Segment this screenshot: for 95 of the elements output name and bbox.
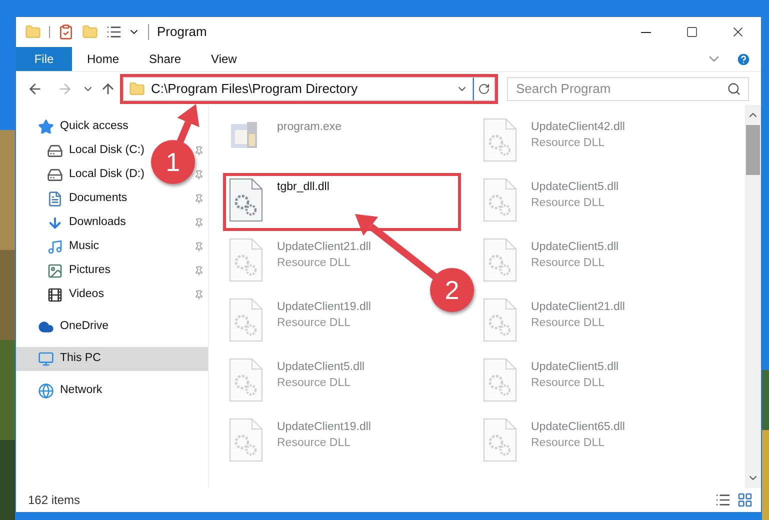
properties-icon[interactable] — [58, 24, 74, 40]
sidebar-item[interactable]: Local Disk (C:) — [47, 142, 144, 160]
gear-file-icon — [229, 178, 263, 222]
folder-icon — [129, 80, 145, 96]
drive-icon — [47, 167, 63, 183]
pin-icon[interactable] — [194, 218, 204, 228]
sidebar-item[interactable]: Quick access — [16, 115, 208, 139]
film-icon — [47, 287, 63, 303]
scrollbar-thumb[interactable] — [746, 125, 760, 175]
file-type: Resource DLL — [531, 256, 606, 271]
file-type: Resource DLL — [531, 136, 606, 151]
gear-file-icon — [229, 358, 263, 402]
file-name: UpdateClient19.dll — [277, 420, 371, 435]
monitor-icon — [38, 351, 54, 367]
file-name: UpdateClient5.dll — [531, 240, 619, 255]
file-item[interactable]: UpdateClient21.dll Resource DLL — [477, 293, 630, 351]
file-name: UpdateClient5.dll — [531, 180, 619, 195]
file-item[interactable]: UpdateClient21.dll Resource DLL — [223, 233, 376, 291]
file-type: Resource DLL — [531, 376, 606, 391]
pin-icon[interactable] — [194, 290, 204, 300]
file-type: Resource DLL — [277, 436, 352, 451]
view-list-icon[interactable] — [106, 24, 122, 40]
star-icon — [38, 119, 54, 135]
sidebar-item[interactable]: This PC — [16, 347, 208, 371]
refresh-icon — [478, 82, 490, 94]
file-item[interactable]: program.exe — [223, 113, 347, 171]
network-icon — [38, 383, 54, 399]
file-type: Resource DLL — [531, 196, 606, 211]
gear-file-icon — [483, 178, 517, 222]
sidebar-item[interactable]: Network — [16, 379, 208, 403]
file-item[interactable]: UpdateClient42.dll Resource DLL — [477, 113, 630, 171]
file-name: UpdateClient5.dll — [531, 360, 619, 375]
gear-file-icon — [483, 418, 517, 462]
file-type: Resource DLL — [531, 436, 606, 451]
picture-icon — [47, 263, 63, 279]
gear-file-icon — [229, 238, 263, 282]
file-name: UpdateClient21.dll — [531, 300, 625, 315]
tiles-view-icon[interactable] — [737, 492, 753, 508]
item-count: 162 items — [28, 492, 80, 509]
highlighted-file-item[interactable]: tgbr_dll.dll — [223, 173, 461, 231]
ribbon-tab[interactable]: Share — [134, 47, 196, 71]
gear-file-icon — [483, 238, 517, 282]
cloud-icon — [38, 319, 54, 335]
address-field[interactable]: C:\Program Files\Program Directory — [123, 76, 473, 100]
file-name: UpdateClient21.dll — [277, 240, 371, 255]
gear-file-icon — [483, 298, 517, 342]
maximize-icon — [686, 26, 698, 38]
file-item[interactable]: UpdateClient5.dll Resource DLL — [477, 233, 624, 291]
sidebar-item[interactable]: Downloads — [47, 214, 126, 232]
details-view-icon[interactable] — [715, 492, 731, 508]
up-icon[interactable] — [100, 80, 116, 96]
gear-file-icon — [229, 298, 263, 342]
file-item[interactable]: UpdateClient65.dll Resource DLL — [477, 413, 630, 471]
file-item[interactable]: UpdateClient19.dll Resource DLL — [223, 293, 376, 351]
gear-file-icon — [483, 358, 517, 402]
ribbon-tab[interactable]: File — [16, 47, 72, 71]
search-field[interactable]: Search Program — [507, 76, 749, 100]
ribbon-tab[interactable]: Home — [72, 47, 134, 71]
sidebar-item[interactable]: OneDrive — [16, 315, 208, 339]
pin-icon[interactable] — [194, 242, 204, 252]
drive-icon — [47, 143, 63, 159]
gear-file-icon — [229, 418, 263, 462]
file-item[interactable]: UpdateClient5.dll Resource DLL — [223, 353, 370, 411]
file-name: UpdateClient19.dll — [277, 300, 371, 315]
music-note-icon — [47, 239, 63, 255]
gear-file-icon — [483, 118, 517, 162]
pin-icon[interactable] — [194, 170, 204, 180]
help-icon[interactable] — [736, 52, 751, 66]
file-type: Resource DLL — [277, 376, 352, 391]
file-item[interactable]: UpdateClient19.dll Resource DLL — [223, 413, 376, 471]
pin-icon[interactable] — [194, 194, 204, 204]
file-type: Resource DLL — [531, 316, 606, 331]
sidebar-item[interactable]: Music — [47, 238, 100, 256]
window-title: Program — [157, 23, 207, 42]
sidebar-item[interactable]: Pictures — [47, 262, 111, 280]
document-icon — [47, 191, 63, 207]
scrollbar[interactable] — [745, 105, 761, 488]
file-name: UpdateClient65.dll — [531, 420, 625, 435]
search-icon[interactable] — [727, 82, 741, 96]
sidebar-item[interactable]: Documents — [47, 190, 128, 208]
file-name: UpdateClient5.dll — [277, 360, 365, 375]
ribbon-tab[interactable]: View — [196, 47, 252, 71]
file-item[interactable]: UpdateClient5.dll Resource DLL — [477, 173, 624, 231]
refresh-button[interactable] — [473, 76, 495, 100]
sidebar-item[interactable]: Videos — [47, 286, 104, 304]
file-type: Resource DLL — [277, 316, 352, 331]
back-icon[interactable] — [27, 80, 43, 96]
file-name: program.exe — [277, 120, 342, 135]
pin-icon[interactable] — [194, 266, 204, 276]
pin-icon[interactable] — [194, 146, 204, 156]
file-name: tgbr_dll.dll — [277, 180, 330, 195]
sidebar-item[interactable]: Local Disk (D:) — [47, 166, 144, 184]
file-type: Resource DLL — [277, 256, 352, 271]
file-item[interactable]: UpdateClient5.dll Resource DLL — [477, 353, 624, 411]
file-name: UpdateClient42.dll — [531, 120, 625, 135]
